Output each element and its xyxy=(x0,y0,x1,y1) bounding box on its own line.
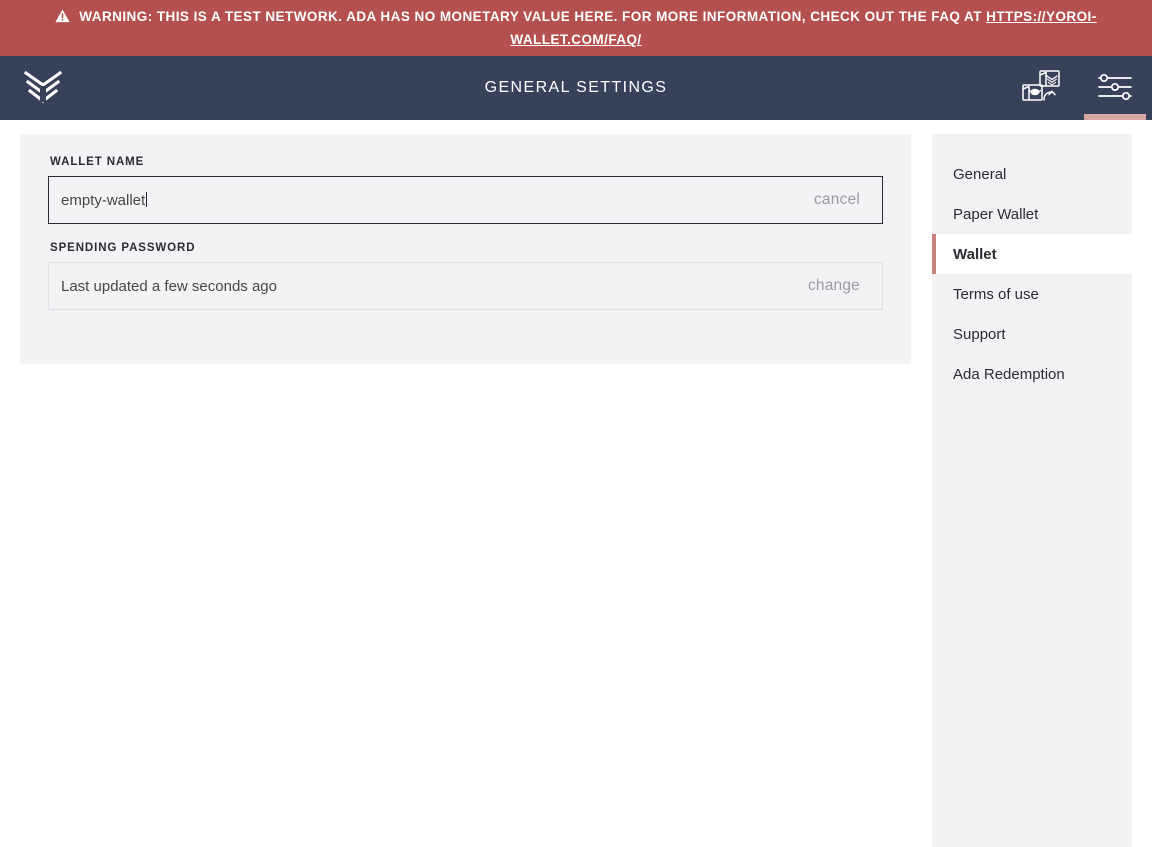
wallet-name-field-block: WALLET NAME empty-wallet cancel xyxy=(48,156,883,224)
wallet-name-input[interactable]: empty-wallet xyxy=(49,191,796,209)
settings-sidebar-menu: General Paper Wallet Wallet Terms of use… xyxy=(932,134,1132,847)
sidebar-item-label: Ada Redemption xyxy=(953,365,1065,383)
sidebar-item-paper-wallet[interactable]: Paper Wallet xyxy=(932,194,1132,234)
spending-password-row[interactable]: Last updated a few seconds ago change xyxy=(48,262,883,310)
sidebar-item-label: Support xyxy=(953,325,1006,343)
switch-wallet-icon xyxy=(1018,67,1064,110)
sidebar-item-label: Wallet xyxy=(953,245,997,263)
sidebar-item-label: General xyxy=(953,165,1007,183)
settings-sliders-icon xyxy=(1096,72,1134,105)
spending-password-change-button[interactable]: change xyxy=(790,277,882,295)
settings-button[interactable] xyxy=(1078,56,1152,120)
wallet-settings-panel: WALLET NAME empty-wallet cancel SPENDING… xyxy=(20,134,911,364)
sidebar-item-terms-of-use[interactable]: Terms of use xyxy=(932,274,1132,314)
spending-password-label: SPENDING PASSWORD xyxy=(50,242,196,254)
switch-wallet-button[interactable] xyxy=(1004,56,1078,120)
wallet-name-label: WALLET NAME xyxy=(50,156,145,168)
page-title: GENERAL SETTINGS xyxy=(484,79,668,96)
sidebar-item-wallet[interactable]: Wallet xyxy=(932,234,1132,274)
sidebar-item-general[interactable]: General xyxy=(932,154,1132,194)
wallet-name-cancel-button[interactable]: cancel xyxy=(796,191,882,209)
active-indicator-bar xyxy=(932,234,936,274)
page-body: WALLET NAME empty-wallet cancel SPENDING… xyxy=(0,120,1152,847)
sidebar-item-support[interactable]: Support xyxy=(932,314,1132,354)
text-caret xyxy=(146,191,148,207)
sidebar-item-label: Terms of use xyxy=(953,285,1039,303)
test-network-warning-banner: WARNING: THIS IS A TEST NETWORK. ADA HAS… xyxy=(0,0,1152,56)
warning-triangle-icon xyxy=(55,8,70,29)
wallet-name-input-row[interactable]: empty-wallet cancel xyxy=(48,176,883,224)
warning-message: WARNING: THIS IS A TEST NETWORK. ADA HAS… xyxy=(79,9,987,24)
warning-text: WARNING: THIS IS A TEST NETWORK. ADA HAS… xyxy=(14,6,1138,50)
spending-password-field-block: SPENDING PASSWORD Last updated a few sec… xyxy=(48,242,883,310)
sidebar-item-label: Paper Wallet xyxy=(953,205,1039,223)
spending-password-status: Last updated a few seconds ago xyxy=(61,277,277,295)
top-navbar: GENERAL SETTINGS xyxy=(0,56,1152,120)
sidebar-item-ada-redemption[interactable]: Ada Redemption xyxy=(932,354,1132,394)
yoroi-logo-icon[interactable] xyxy=(22,68,64,108)
wallet-name-value: empty-wallet xyxy=(61,191,146,209)
navbar-actions xyxy=(1004,56,1152,120)
